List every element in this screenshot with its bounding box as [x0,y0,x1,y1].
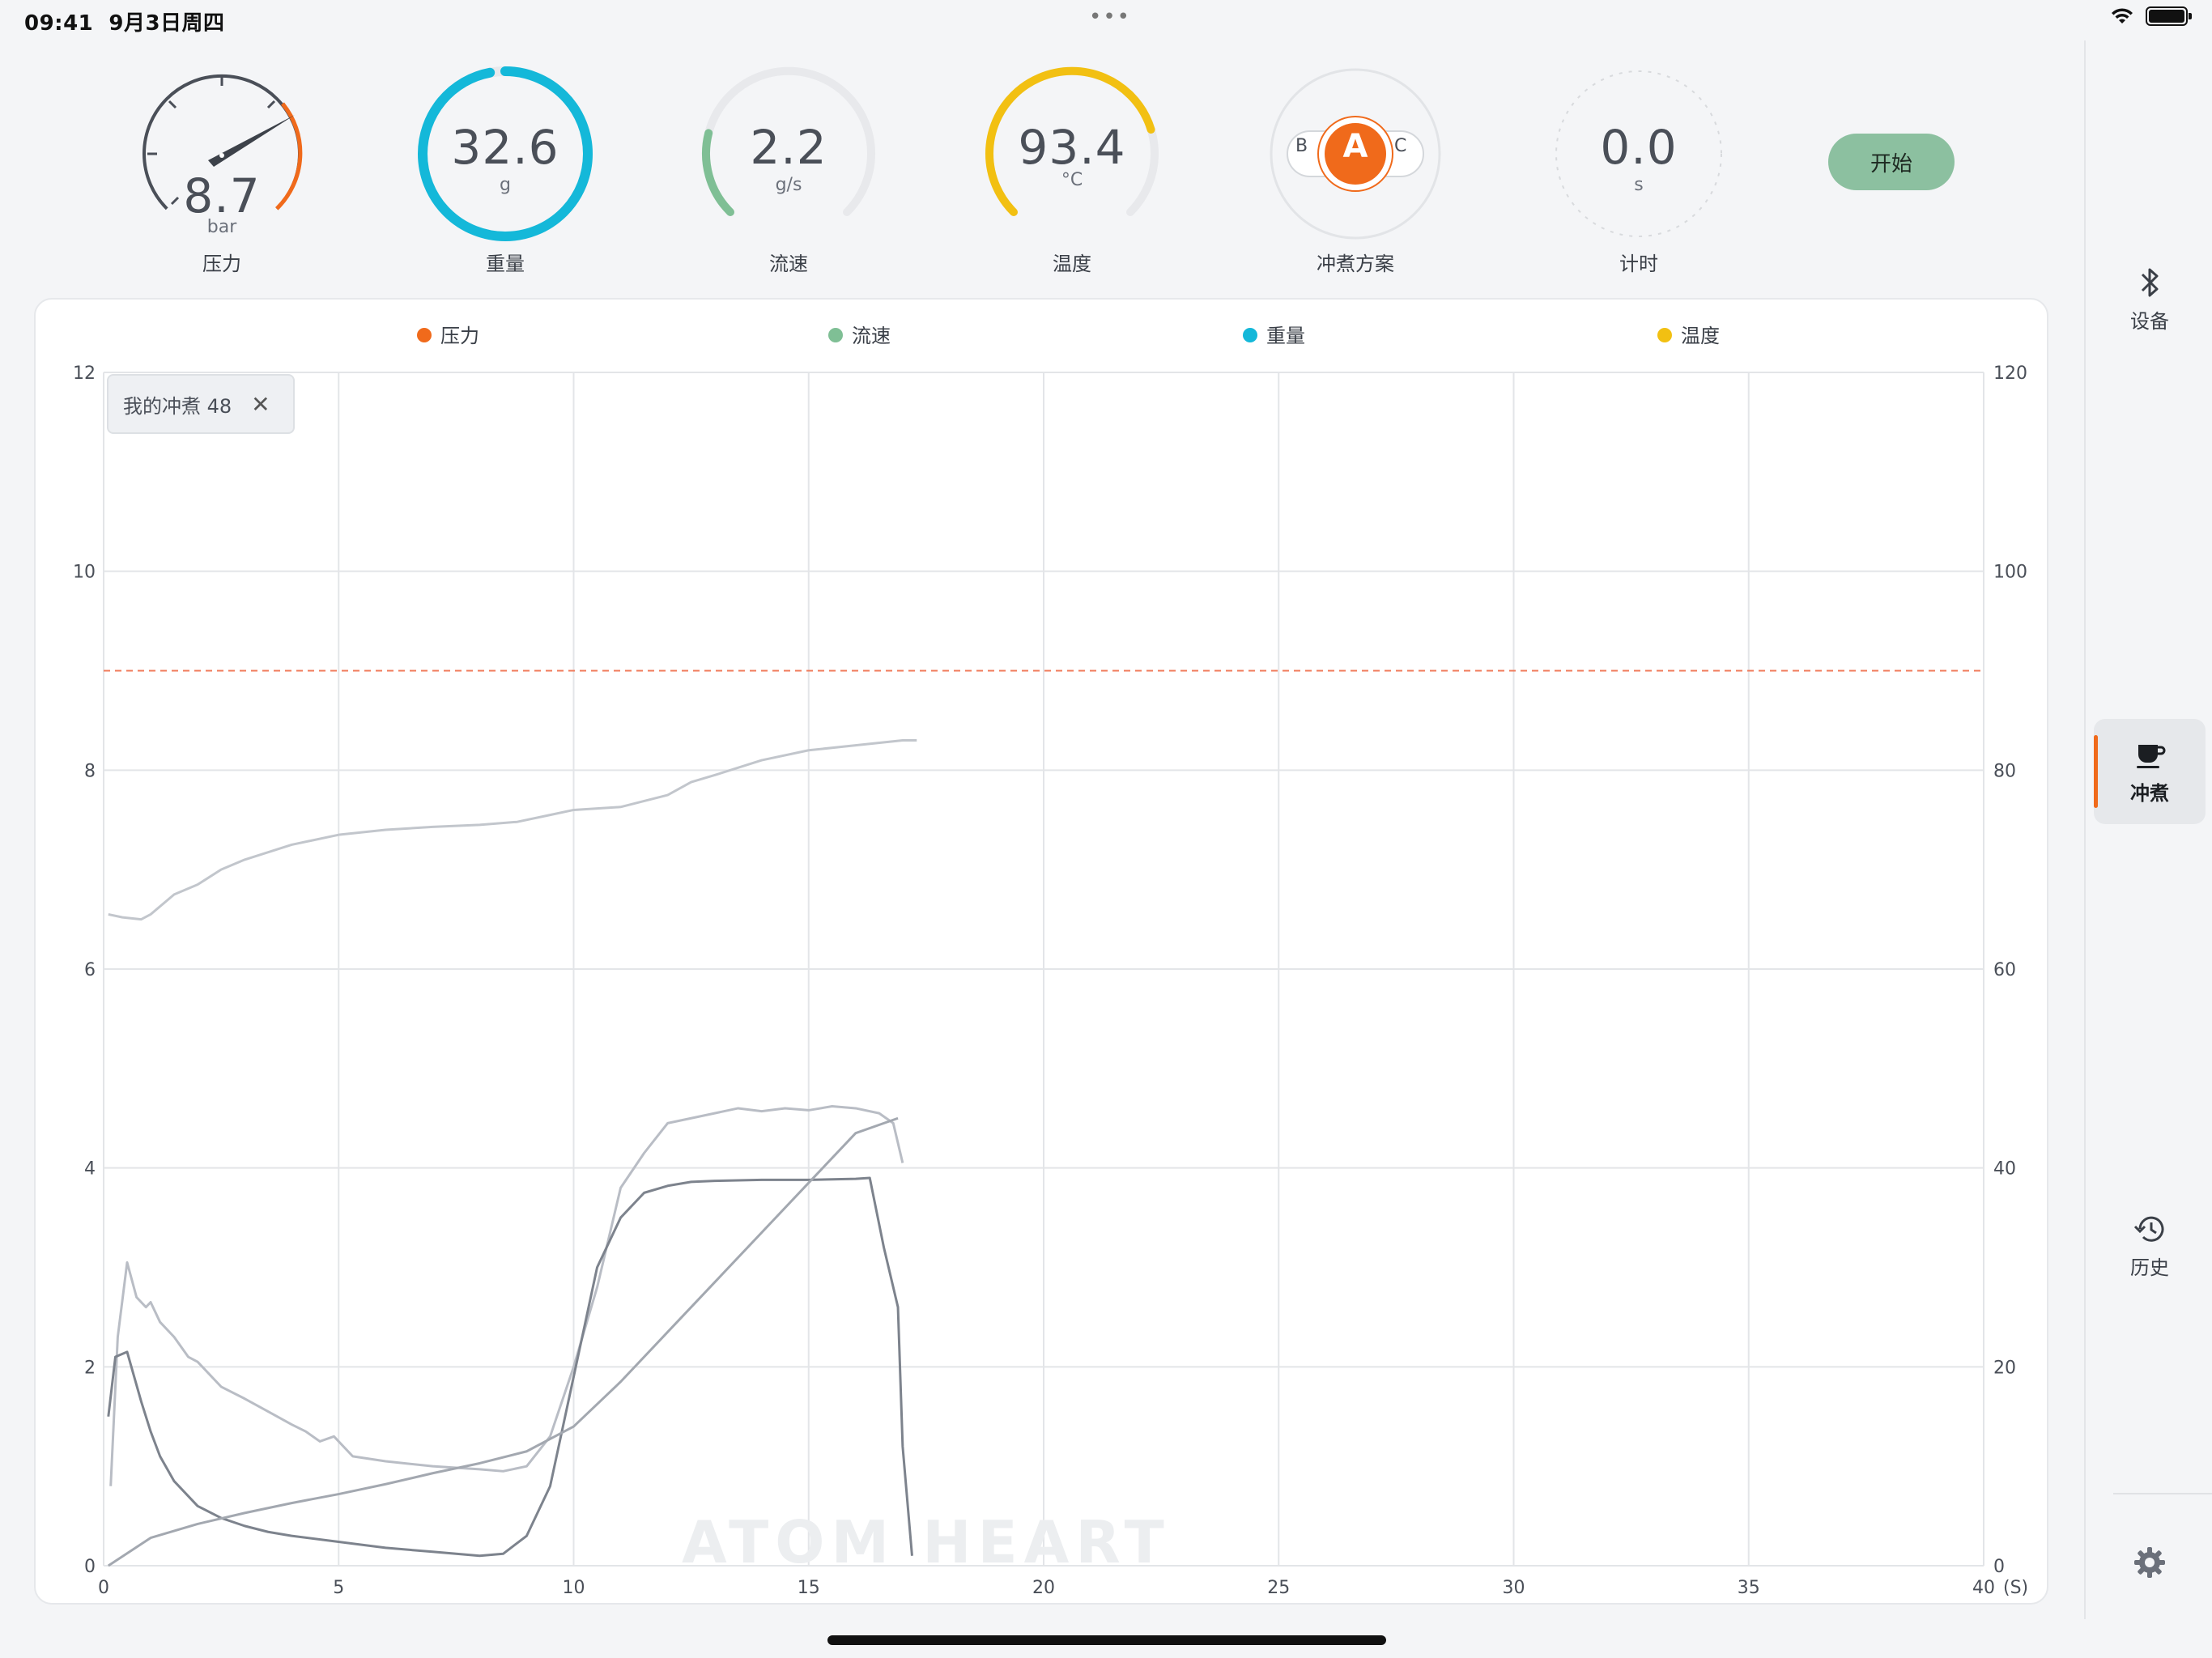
y-right-tick-label: 100 [1993,563,2027,583]
y-right-tick-label: 0 [1993,1557,2005,1577]
pressure-value: 8.7 [183,168,261,223]
legend-dot [1243,328,1257,342]
flow-gauge: 2.2 g/s 流速 [691,49,886,283]
x-tick-label: 40 [1972,1578,1995,1598]
multitask-dots[interactable]: ••• [1089,5,1131,29]
y-right-tick-label: 80 [1993,761,2016,781]
brew-chart: 0 5 10 15 20 25 30 35 40 (S)024681012020406080100… [73,325,2028,1598]
chart-card: 0 5 10 15 20 25 30 35 40 (S) 0 2 4 6 8 10 12 0 20 40 60 80 100… [34,298,2048,1605]
series-line-2 [107,1116,899,1567]
watermark: ATOM HEART [682,1508,1171,1576]
status-time: 09:41 9月3日周四 [24,11,225,36]
timer-label: 计时 [1619,253,1658,275]
timer-unit: s [1634,175,1644,195]
weight-value: 32.6 [451,120,559,175]
y-left-tick-label: 0 [84,1557,96,1577]
sidebar-item-label: 历史 [2130,1256,2169,1279]
weight-gauge: 32.6 g 重量 [408,49,602,283]
y-right-tick-label: 60 [1993,960,2016,980]
y-right-tick-label: 120 [1993,363,2027,384]
sidebar-item-history[interactable]: 历史 [2094,1193,2206,1299]
profile-option-c[interactable]: C [1394,136,1406,156]
x-tick-label: 30 [1503,1578,1525,1598]
series-line-0 [109,1105,904,1486]
legend-dot [828,328,843,342]
sidebar: 设备 冲煮 历史 [2084,40,2212,1619]
profile-option-b[interactable]: B [1295,136,1308,156]
flow-value: 2.2 [750,120,827,175]
x-axis-unit: (S) [2003,1578,2028,1598]
brew-tag-label: 我的冲煮 48 [123,394,232,418]
settings-button[interactable] [2110,1530,2189,1595]
weight-unit: g [500,175,511,195]
weight-label: 重量 [486,253,525,275]
y-left-tick-label: 6 [84,960,96,980]
x-tick-label: 35 [1738,1578,1760,1598]
sidebar-item-label: 冲煮 [2130,781,2169,805]
gear-icon [2134,1547,2165,1578]
legend-dot [1657,328,1672,342]
start-button[interactable]: 开始 [1828,134,1955,190]
legend-label: 压力 [440,325,479,347]
pressure-label: 压力 [202,253,241,275]
flow-label: 流速 [769,253,808,275]
history-icon [2133,1216,2164,1242]
x-tick-label: 5 [333,1578,344,1598]
temperature-gauge: 93.4 °C 温度 [975,49,1169,283]
sidebar-divider [2113,1493,2212,1494]
sidebar-item-label: 设备 [2130,309,2169,333]
profile-option-a[interactable]: A [1339,128,1372,165]
gauge-row: 8.7 bar 压力 32.6 g 重量 2.2 g/s 流速 93.4 °C … [0,49,2073,283]
legend-label: 流速 [852,325,891,347]
pressure-gauge: 8.7 bar 压力 [125,49,319,283]
bluetooth-icon [2141,268,2159,296]
sidebar-item-brew[interactable]: 冲煮 [2094,719,2206,824]
profile-label: 冲煮方案 [1317,253,1394,275]
legend-label: 温度 [1681,325,1720,347]
x-tick-label: 10 [563,1578,585,1598]
timer-value: 0.0 [1600,120,1678,175]
legend-label: 重量 [1266,325,1305,347]
y-left-tick-label: 10 [73,563,96,583]
x-tick-label: 0 [98,1578,109,1598]
series-line-3 [108,738,917,921]
coffee-cup-icon [2137,744,2166,768]
y-left-tick-label: 12 [73,363,96,384]
pressure-unit: bar [206,217,237,237]
temperature-unit: °C [1061,170,1083,190]
timer-gauge: 0.0 s 计时 [1542,49,1736,283]
y-right-tick-label: 20 [1993,1358,2016,1378]
profile-selector[interactable]: B A C 冲煮方案 [1258,49,1453,283]
x-tick-label: 15 [798,1578,820,1598]
status-indicators [2110,6,2192,26]
y-left-tick-label: 2 [84,1358,96,1378]
brew-tag-chip[interactable]: 我的冲煮 48 ✕ [107,374,295,434]
sidebar-item-device[interactable]: 设备 [2094,247,2206,352]
temperature-label: 温度 [1053,253,1091,275]
temperature-value: 93.4 [1018,120,1126,175]
x-tick-label: 20 [1032,1578,1055,1598]
y-right-tick-label: 40 [1993,1159,2016,1180]
close-icon[interactable]: ✕ [251,391,270,418]
wifi-icon [2112,8,2133,23]
y-left-tick-label: 4 [84,1159,96,1180]
y-left-tick-label: 8 [84,761,96,781]
legend-dot [417,328,432,342]
x-tick-label: 25 [1267,1578,1290,1598]
flow-unit: g/s [775,175,802,195]
home-indicator[interactable] [827,1635,1386,1645]
battery-icon [2146,6,2192,26]
